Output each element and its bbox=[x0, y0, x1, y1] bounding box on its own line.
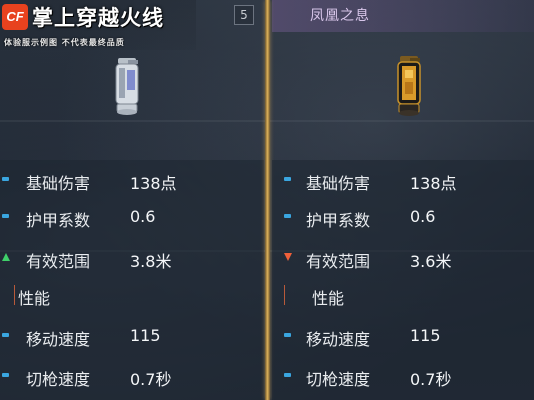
stat-row-move-speed: 移动速度 115 bbox=[0, 318, 264, 354]
neutral-marker-icon bbox=[284, 177, 291, 181]
stat-row-damage: 基础伤害 138点 bbox=[272, 162, 534, 198]
app-logo-watermark: CF 掌上穿越火线 体验服示例图 不代表最终品质 bbox=[0, 0, 196, 50]
neutral-marker-icon bbox=[2, 373, 9, 377]
stat-value: 0.6 bbox=[410, 207, 436, 226]
neutral-marker-icon bbox=[2, 177, 9, 181]
section-title: 性能 bbox=[18, 289, 51, 308]
section-tick bbox=[284, 285, 285, 305]
count-badge: 5 bbox=[234, 5, 254, 25]
neutral-marker-icon bbox=[2, 214, 9, 218]
neutral-marker-icon bbox=[284, 333, 291, 337]
stat-value: 0.7秒 bbox=[410, 370, 452, 389]
stat-row-range: 有效范围 3.6米 bbox=[272, 240, 534, 276]
stat-label: 切枪速度 bbox=[306, 370, 371, 389]
stat-row-damage: 基础伤害 138点 bbox=[0, 162, 264, 198]
cf-logo-icon: CF bbox=[2, 4, 28, 30]
stat-row-move-speed: 移动速度 115 bbox=[272, 318, 534, 354]
weapon-name: 凤凰之息 bbox=[310, 8, 370, 24]
performance-section-header: 性能 bbox=[0, 280, 264, 308]
stat-label: 基础伤害 bbox=[306, 174, 371, 193]
stat-label: 有效范围 bbox=[26, 252, 91, 271]
stat-row-armor: 护甲系数 0.6 bbox=[272, 199, 534, 235]
down-arrow-icon bbox=[284, 253, 292, 261]
section-title: 性能 bbox=[312, 289, 345, 308]
logo-subtitle: 体验服示例图 不代表最终品质 bbox=[4, 38, 125, 47]
stat-value: 3.8米 bbox=[130, 252, 172, 271]
stat-label: 切枪速度 bbox=[26, 370, 91, 389]
stat-value: 115 bbox=[410, 326, 441, 345]
stat-label: 护甲系数 bbox=[306, 211, 371, 230]
stat-row-switch-speed: 切枪速度 0.7秒 bbox=[0, 358, 264, 394]
neutral-marker-icon bbox=[284, 214, 291, 218]
panel-divider bbox=[265, 0, 270, 400]
stat-value: 3.6米 bbox=[410, 252, 452, 271]
stat-value: 0.7秒 bbox=[130, 370, 172, 389]
stat-value: 0.6 bbox=[130, 207, 156, 226]
stat-label: 移动速度 bbox=[26, 330, 91, 349]
logo-title: 掌上穿越火线 bbox=[32, 6, 164, 30]
grenade-image-right bbox=[394, 56, 424, 122]
stat-value: 138点 bbox=[130, 174, 177, 193]
stat-row-switch-speed: 切枪速度 0.7秒 bbox=[272, 358, 534, 394]
stat-label: 移动速度 bbox=[306, 330, 371, 349]
section-tick bbox=[14, 285, 15, 305]
stat-label: 有效范围 bbox=[306, 252, 371, 271]
stat-value: 115 bbox=[130, 326, 161, 345]
neutral-marker-icon bbox=[2, 333, 9, 337]
grenade-image-left bbox=[112, 58, 142, 120]
stat-row-armor: 护甲系数 0.6 bbox=[0, 199, 264, 235]
stat-row-range: 有效范围 3.8米 bbox=[0, 240, 264, 276]
stat-label: 基础伤害 bbox=[26, 174, 91, 193]
stat-label: 护甲系数 bbox=[26, 211, 91, 230]
up-arrow-icon bbox=[2, 253, 10, 261]
left-weapon-panel[interactable]: 5 基础伤害 138点 护甲系数 0.6 有效范围 3.8米 性能 移动速度 1… bbox=[0, 0, 264, 400]
neutral-marker-icon bbox=[284, 373, 291, 377]
right-weapon-panel[interactable]: 凤凰之息 基础伤害 138点 护甲系数 0.6 有效范围 3.6米 性能 移动速… bbox=[272, 0, 534, 400]
stat-value: 138点 bbox=[410, 174, 457, 193]
performance-section-header: 性能 bbox=[272, 280, 534, 308]
